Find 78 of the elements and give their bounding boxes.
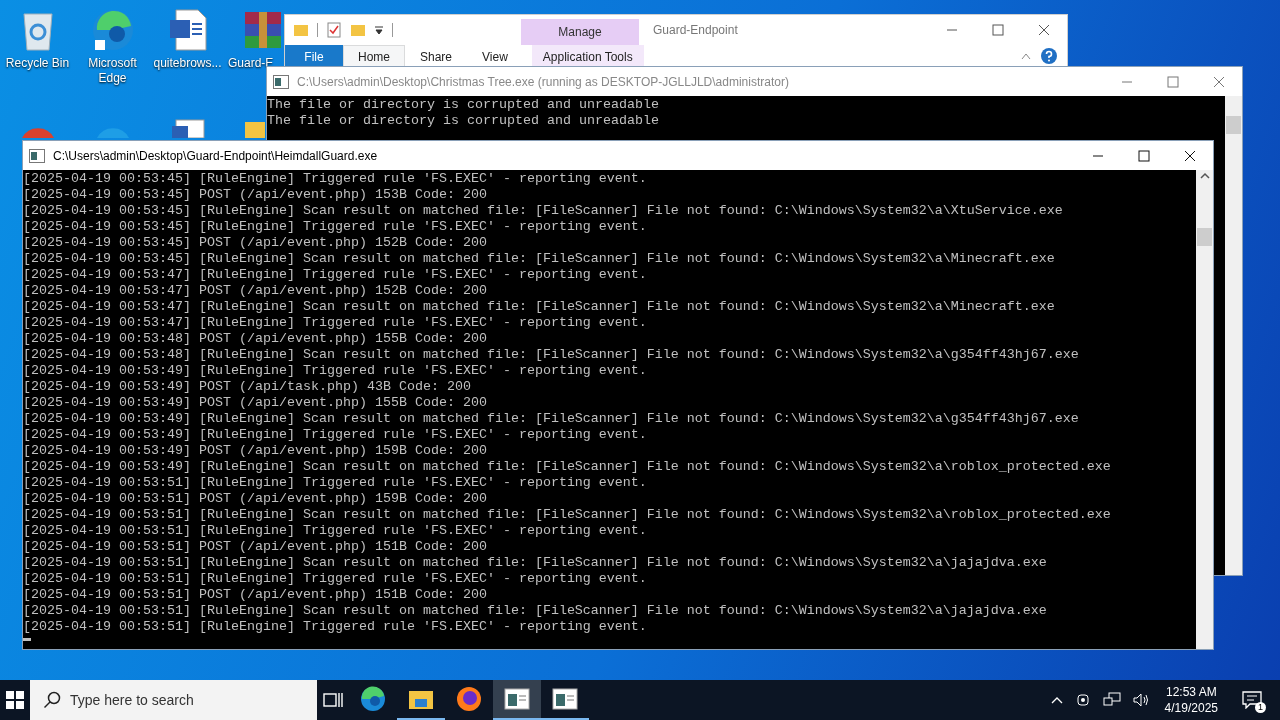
console-line: The file or directory is corrupted and unreadable <box>267 97 660 113</box>
console-line: [2025-04-19 00:53:47] POST (/api/event.php) 152B Code: 200 <box>23 283 488 299</box>
window-title: C:\Users\admin\Desktop\Christmas Tree.exe (running as DESKTOP-JGLLJLD\administrator) <box>297 74 789 89</box>
message-icon <box>1242 691 1262 709</box>
scrollbar-thumb[interactable] <box>1197 228 1212 246</box>
icon-label[interactable]: quitebrows... <box>153 56 222 71</box>
console-icon <box>552 688 578 710</box>
help-icon[interactable] <box>1041 48 1057 64</box>
taskbar-app-button[interactable] <box>493 680 541 720</box>
console-line: [2025-04-19 00:53:51] [RuleEngine] Triggered rule 'FS.EXEC' - reporting event. <box>23 523 648 539</box>
ribbon-tab[interactable]: View <box>467 45 523 67</box>
scrollbar-thumb[interactable] <box>1226 116 1241 134</box>
clock-date[interactable]: 4/19/2025 <box>1164 700 1218 716</box>
edge-icon[interactable] <box>90 8 135 52</box>
console-line: [2025-04-19 00:53:45] POST (/api/event.php) 152B Code: 200 <box>23 235 488 251</box>
console-line: [2025-04-19 00:53:51] [RuleEngine] Triggered rule 'FS.EXEC' - reporting event. <box>23 571 648 587</box>
dropdown-icon[interactable] <box>374 25 384 35</box>
task-view-icon[interactable] <box>323 691 343 709</box>
maximize-icon[interactable] <box>992 24 1004 36</box>
document-icon[interactable] <box>167 8 208 52</box>
console-line: [2025-04-19 00:53:49] [RuleEngine] Scan result on matched file: [FileScanner] File not found: C:\Windows\System32\a\g354ff43hj67.exe <box>23 411 1080 427</box>
firefox-icon <box>456 686 482 712</box>
console-icon <box>504 688 530 710</box>
notification-count: 1 <box>1255 702 1266 713</box>
console-line: [2025-04-19 00:53:51] [RuleEngine] Scan result on matched file: [FileScanner] File not found: C:\Windows\System32\a\roblox_protected.exe <box>23 507 1112 523</box>
console-icon <box>29 148 45 163</box>
console-line: [2025-04-19 00:53:51] POST (/api/event.php) 151B Code: 200 <box>23 539 488 555</box>
edge-icon <box>360 686 386 712</box>
console-line: [2025-04-19 00:53:48] [RuleEngine] Scan result on matched file: [FileScanner] File not found: C:\Windows\System32\a\g354ff43hj67.exe <box>23 347 1080 363</box>
close-icon[interactable] <box>1184 149 1196 162</box>
console-line: [2025-04-19 00:53:45] [RuleEngine] Scan result on matched file: [FileScanner] File not found: C:\Windows\System32\a\Minecraft.exe <box>23 251 1056 267</box>
window-title: Guard-Endpoint <box>653 23 738 37</box>
scrollbar[interactable] <box>1196 170 1213 649</box>
scrollbar[interactable] <box>1225 96 1242 575</box>
console-line: The file or directory is corrupted and unreadable <box>267 113 660 129</box>
console-line: [2025-04-19 00:53:51] [RuleEngine] Scan result on matched file: [FileScanner] File not found: C:\Windows\System32\a\jajajdva.exe <box>23 603 1048 619</box>
console-line: [2025-04-19 00:53:49] [RuleEngine] Scan result on matched file: [FileScanner] File not found: C:\Windows\System32\a\roblox_protected.exe <box>23 459 1112 475</box>
network-icon[interactable] <box>1102 692 1121 708</box>
volume-icon[interactable] <box>1132 692 1151 708</box>
console-line: [2025-04-19 00:53:47] [RuleEngine] Scan result on matched file: [FileScanner] File not found: C:\Windows\System32\a\Minecraft.exe <box>23 299 1056 315</box>
console-line: [2025-04-19 00:53:49] POST (/api/event.php) 155B Code: 200 <box>23 395 488 411</box>
clock-time[interactable]: 12:53 AM <box>1165 684 1217 700</box>
search-field[interactable]: Type here to search <box>30 680 317 720</box>
ribbon-tab[interactable]: File <box>285 45 343 67</box>
console-line: [2025-04-19 00:53:48] POST (/api/event.php) 155B Code: 200 <box>23 331 488 347</box>
console-line: [2025-04-19 00:53:45] [RuleEngine] Triggered rule 'FS.EXEC' - reporting event. <box>23 219 648 235</box>
windows-logo-icon[interactable] <box>6 691 24 709</box>
console-line: [2025-04-19 00:53:51] [RuleEngine] Triggered rule 'FS.EXEC' - reporting event. <box>23 619 648 635</box>
console-line: [2025-04-19 00:53:45] POST (/api/event.php) 153B Code: 200 <box>23 187 488 203</box>
console-line: [2025-04-19 00:53:45] [RuleEngine] Triggered rule 'FS.EXEC' - reporting event. <box>23 171 648 187</box>
console-line: [2025-04-19 00:53:51] [RuleEngine] Scan result on matched file: [FileScanner] File not found: C:\Windows\System32\a\jajajdva.exe <box>23 555 1048 571</box>
context-tab-header: Manage <box>521 19 639 45</box>
chevron-up-icon[interactable] <box>1050 696 1063 704</box>
security-icon[interactable] <box>1074 692 1091 708</box>
close-icon[interactable] <box>1038 24 1050 36</box>
console-line: [2025-04-19 00:53:51] POST (/api/event.php) 151B Code: 200 <box>23 587 488 603</box>
console-line: [2025-04-19 00:53:49] [RuleEngine] Triggered rule 'FS.EXEC' - reporting event. <box>23 363 648 379</box>
checklist-icon[interactable] <box>326 22 342 38</box>
console-line: [2025-04-19 00:53:47] [RuleEngine] Triggered rule 'FS.EXEC' - reporting event. <box>23 315 648 331</box>
ribbon-tab[interactable]: Share <box>405 45 468 67</box>
console-line: [2025-04-19 00:53:49] POST (/api/event.php) 159B Code: 200 <box>23 443 488 459</box>
console-line: [2025-04-19 00:53:49] [RuleEngine] Triggered rule 'FS.EXEC' - reporting event. <box>23 427 648 443</box>
collapse-icon[interactable] <box>1021 52 1031 60</box>
console-line: [2025-04-19 00:53:51] POST (/api/event.php) 159B Code: 200 <box>23 491 488 507</box>
console-icon <box>273 74 289 89</box>
notification-button[interactable]: 1 <box>1232 680 1272 720</box>
window-title: C:\Users\admin\Desktop\Guard-Endpoint\HeimdallGuard.exe <box>53 148 378 163</box>
search-icon <box>43 691 61 709</box>
console-line: [2025-04-19 00:53:51] [RuleEngine] Triggered rule 'FS.EXEC' - reporting event. <box>23 475 648 491</box>
maximize-icon[interactable] <box>1138 149 1150 162</box>
icon-label[interactable]: Recycle Bin <box>5 56 70 71</box>
text-cursor <box>23 638 31 641</box>
ribbon-tab[interactable]: Application Tools <box>531 45 644 67</box>
icon-label[interactable]: Microsoft Edge <box>77 56 148 86</box>
console-line: [2025-04-19 00:53:45] [RuleEngine] Scan result on matched file: [FileScanner] File not found: C:\Windows\System32\a\XtuService.exe <box>23 203 1064 219</box>
console-line: [2025-04-19 00:53:47] [RuleEngine] Triggered rule 'FS.EXEC' - reporting event. <box>23 267 648 283</box>
ribbon-tab[interactable]: Home <box>343 45 405 67</box>
console-line: [2025-04-19 00:53:49] POST (/api/task.php) 43B Code: 200 <box>23 379 472 395</box>
